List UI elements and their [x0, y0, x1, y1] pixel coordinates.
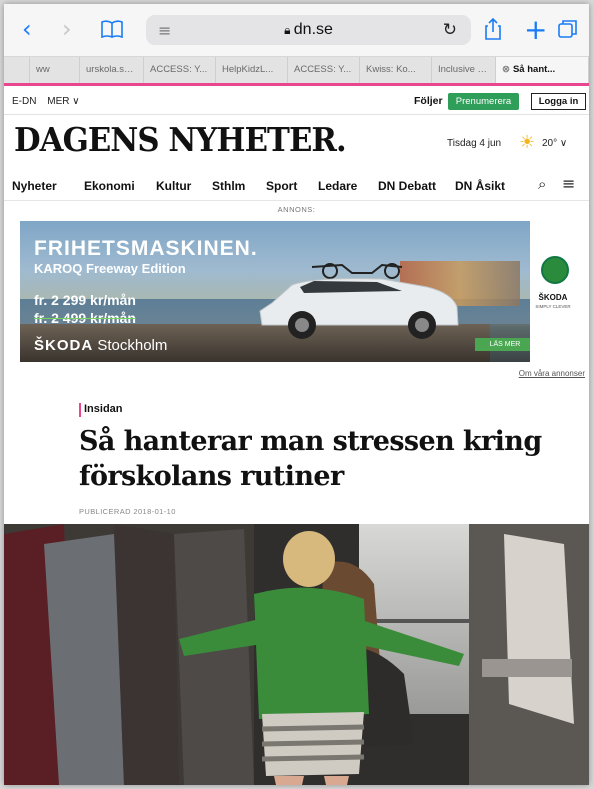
tab-item[interactable]: HelpKidzL...	[216, 57, 288, 83]
edn-link[interactable]: E-DN	[12, 96, 36, 107]
new-tab-icon[interactable]: +	[524, 13, 547, 46]
ad-label: ANNONS:	[277, 205, 316, 214]
tabs-overview-icon[interactable]	[557, 16, 579, 42]
bookmarks-icon[interactable]	[100, 16, 124, 42]
tab-active[interactable]: ⊗ Så hant...	[496, 57, 589, 83]
article-published-date: PUBLICERAD 2018-01-10	[79, 507, 176, 516]
main-nav: Nyheter Ekonomi Kultur Sthlm Sport Ledar…	[4, 170, 589, 201]
current-date: Tisdag 4 jun	[447, 138, 502, 149]
nav-item[interactable]: Sthlm	[212, 179, 245, 193]
ad-price: fr. 2 299 kr/mån	[34, 292, 136, 308]
nav-item[interactable]: Nyheter	[12, 179, 57, 193]
tab-active-label: Så hant...	[512, 64, 556, 75]
article-photo[interactable]	[4, 524, 589, 785]
back-icon[interactable]: ‹	[22, 15, 32, 43]
login-button[interactable]: Logga in	[531, 93, 586, 110]
ad-banner[interactable]: FRIHETSMASKINEN. KAROQ Freeway Edition f…	[20, 221, 575, 362]
accent-line	[4, 83, 589, 86]
skoda-logo-panel: ŠKODA SIMPLY CLEVER	[530, 221, 575, 362]
browser-window: ‹ › ≡ 🔒︎ dn.se ↻ + ww urskola.se... ACCE…	[4, 4, 589, 785]
ad-dealer-city: Stockholm	[97, 337, 168, 354]
nav-item[interactable]: Ekonomi	[84, 179, 135, 193]
ad-old-price: fr. 2 499 kr/mån	[34, 310, 136, 326]
nav-item[interactable]: DN Debatt	[378, 179, 436, 193]
tab-item[interactable]: ww	[30, 57, 80, 83]
ad-headline: FRIHETSMASKINEN.	[34, 237, 258, 260]
address-bar[interactable]: ≡ 🔒︎ dn.se ↻	[146, 15, 471, 45]
share-icon[interactable]	[484, 16, 502, 42]
tab-bar: ww urskola.se... ACCESS: Y... HelpKidzL.…	[4, 57, 589, 83]
skoda-logo-icon	[541, 256, 569, 284]
forward-icon[interactable]: ›	[62, 15, 72, 43]
tab-close-area[interactable]	[4, 57, 30, 83]
tab-item[interactable]: Kwiss: Ko...	[360, 57, 432, 83]
lock-icon: 🔒︎	[284, 23, 294, 37]
tab-item[interactable]: urskola.se...	[80, 57, 144, 83]
nav-item[interactable]: Ledare	[318, 179, 357, 193]
weather-temperature[interactable]: 20° ∨	[542, 138, 567, 149]
tab-item[interactable]: ACCESS: Y...	[288, 57, 360, 83]
url-text: 🔒︎ dn.se	[146, 21, 471, 39]
ad-dealer: ŠKODA Stockholm	[34, 337, 167, 354]
article-headline: Så hanterar man stressen kring förskolan…	[79, 426, 542, 492]
about-ads-link[interactable]: Om våra annonser	[519, 369, 585, 378]
skoda-logo-sub: SIMPLY CLEVER	[535, 304, 571, 309]
more-menu[interactable]: MER ∨	[47, 96, 79, 107]
site-logo[interactable]: DAGENS NYHETER.	[14, 120, 347, 159]
close-icon[interactable]: ⊗	[502, 64, 510, 75]
browser-toolbar: ‹ › ≡ 🔒︎ dn.se ↻ +	[4, 4, 589, 57]
search-icon[interactable]: ⌕	[538, 175, 546, 193]
article-section[interactable]: Insidan	[84, 403, 123, 415]
tab-item[interactable]: Inclusive T...	[432, 57, 496, 83]
subscribe-button[interactable]: Prenumerera	[448, 93, 519, 110]
follow-link[interactable]: Följer	[414, 95, 443, 107]
ad-subheadline: KAROQ Freeway Edition	[34, 261, 186, 276]
url-value: dn.se	[293, 21, 333, 38]
tab-item[interactable]: ACCESS: Y...	[144, 57, 216, 83]
nav-item[interactable]: Kultur	[156, 179, 191, 193]
menu-icon[interactable]: ≡	[562, 174, 575, 193]
ad-dealer-brand: ŠKODA	[34, 337, 94, 354]
section-marker	[79, 403, 81, 417]
nav-item[interactable]: Sport	[266, 179, 297, 193]
car-image	[259, 263, 459, 339]
ad-read-more-button[interactable]: LÄS MER	[475, 338, 535, 351]
site-top-strip: E-DN MER ∨ Följer Prenumerera Logga in	[4, 88, 589, 115]
article-photo-illustration	[4, 524, 589, 785]
skoda-logo-word: ŠKODA	[538, 293, 568, 302]
nav-item[interactable]: DN Åsikt	[455, 179, 505, 193]
sun-icon: ☀	[519, 132, 536, 153]
reload-icon[interactable]: ↻	[443, 20, 457, 40]
